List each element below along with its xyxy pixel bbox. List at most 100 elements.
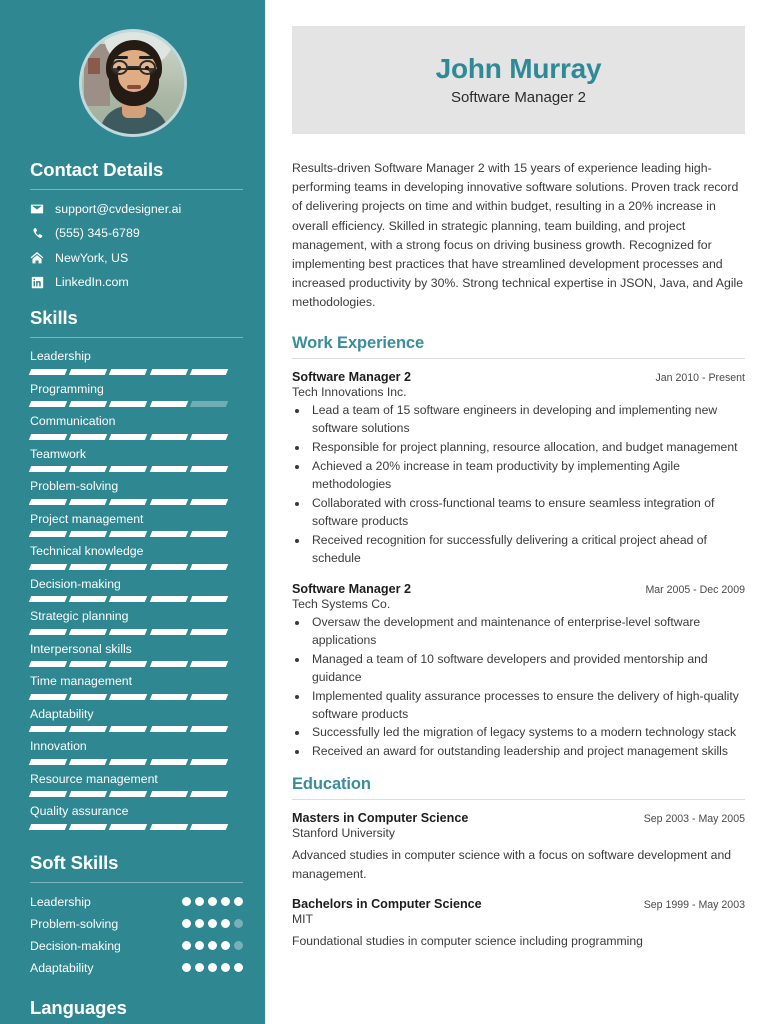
skill-bar-segment xyxy=(28,401,68,408)
skill-bar-segment xyxy=(189,791,229,798)
skill-bar-segment xyxy=(28,758,68,765)
skill-bar-segment xyxy=(109,628,148,635)
work-entry-bullets: Lead a team of 15 software engineers in … xyxy=(309,402,745,567)
soft-skill-item: Leadership xyxy=(30,895,243,909)
skill-bar-segment xyxy=(109,693,148,700)
skill-label: Leadership xyxy=(30,349,91,363)
soft-skill-item: Problem-solving xyxy=(30,917,243,931)
skill-item: Time management xyxy=(28,675,243,700)
work-entry-bullet: Received recognition for successfully de… xyxy=(309,532,745,568)
skill-level-bar xyxy=(28,596,229,603)
skill-item: Teamwork xyxy=(28,446,243,473)
contact-item-linkedin[interactable]: LinkedIn.com xyxy=(30,276,243,289)
skill-bar-segment xyxy=(68,693,108,700)
skill-bar-segment xyxy=(149,368,189,375)
soft-skills-divider xyxy=(30,881,243,883)
skill-bar-segment xyxy=(68,498,108,505)
work-entry-bullet: Oversaw the development and maintenance … xyxy=(309,614,745,650)
contact-item-phone[interactable]: (555) 345-6789 xyxy=(30,227,243,240)
work-entry-list: Software Manager 2 Jan 2010 - Present Tech… xyxy=(292,370,745,761)
contact-item-location[interactable]: NewYork, US xyxy=(30,251,243,265)
skill-bar-segment xyxy=(68,368,108,375)
education-entry-school: MIT xyxy=(292,911,313,926)
skill-level-bar xyxy=(28,498,229,505)
skill-bar-segment xyxy=(68,433,108,440)
rating-dot xyxy=(182,941,191,951)
contact-item-email[interactable]: support@cvdesigner.ai xyxy=(30,202,243,216)
job-title: Software Manager 2 xyxy=(450,88,587,106)
skill-level-bar xyxy=(28,531,229,538)
rating-dot xyxy=(221,919,230,929)
contact-phone-text: (555) 345-6789 xyxy=(55,226,140,241)
skill-item: Technical knowledge xyxy=(28,545,243,570)
skills-list: Leadership Programming Communication Teamwo… xyxy=(28,349,243,830)
skill-bar-segment xyxy=(189,466,229,473)
skill-bar-segment xyxy=(109,466,148,473)
skill-bar-segment xyxy=(149,401,189,408)
skill-bar-segment xyxy=(189,401,229,408)
skill-bar-segment xyxy=(68,563,108,570)
education-entry-description: Advanced studies in computer science wit… xyxy=(292,848,731,881)
contact-details-section: Contact Details support@cvdesigner.ai (5… xyxy=(0,159,265,289)
skill-item: Adaptability xyxy=(28,707,243,733)
rating-dot xyxy=(208,919,217,929)
skill-label: Programming xyxy=(30,381,104,396)
skill-bar-segment xyxy=(149,466,189,473)
skill-bar-segment xyxy=(28,823,68,830)
work-entry-header: Software Manager 2 Mar 2005 - Dec 2009 xyxy=(292,582,745,596)
skill-bar-segment xyxy=(109,661,148,668)
skill-bar-segment xyxy=(189,563,229,570)
skill-item: Resource management xyxy=(28,772,243,798)
skill-label: Quality assurance xyxy=(30,804,129,819)
education-section: Education Masters in Computer Science Sep… xyxy=(292,775,745,950)
avatar-container xyxy=(0,0,265,159)
profile-summary: Results-driven Software Manager 2 with 1… xyxy=(292,161,744,310)
phone-icon xyxy=(30,227,44,240)
skill-bar-segment xyxy=(149,758,189,765)
skill-bar-segment xyxy=(68,596,108,603)
rating-dot xyxy=(234,919,243,929)
soft-skill-rating xyxy=(182,941,243,951)
skill-level-bar xyxy=(28,791,229,798)
skill-bar-segment xyxy=(149,693,189,700)
skill-level-bar xyxy=(28,368,229,375)
work-entry-bullet: Received an award for outstanding leader… xyxy=(309,743,745,761)
work-entry-bullet: Implemented quality assurance processes … xyxy=(309,688,745,724)
education-entry-header: Bachelors in Computer Science Sep 1999 - … xyxy=(292,897,745,911)
work-entry-date: Mar 2005 - Dec 2009 xyxy=(645,583,745,596)
skills-divider xyxy=(30,337,243,338)
skill-item: Quality assurance xyxy=(28,804,243,830)
rating-dot xyxy=(208,897,217,907)
skill-bar-segment xyxy=(189,596,229,603)
skill-bar-segment xyxy=(149,433,189,440)
rating-dot xyxy=(234,897,243,907)
resume-page: Contact Details support@cvdesigner.ai (5… xyxy=(0,0,776,1024)
skill-label: Teamwork xyxy=(30,446,87,461)
skill-level-bar xyxy=(28,823,229,830)
soft-skill-label: Problem-solving xyxy=(30,916,119,931)
education-entry-date: Sep 1999 - May 2003 xyxy=(643,898,745,911)
skills-section: Skills Leadership Programming Communicatio… xyxy=(0,307,265,830)
skill-level-bar xyxy=(28,628,229,635)
skill-bar-segment xyxy=(28,693,68,700)
rating-dot xyxy=(195,897,204,907)
languages-section: Languages xyxy=(0,997,265,1019)
work-entry-role: Software Manager 2 xyxy=(292,370,411,385)
rating-dot xyxy=(182,963,191,973)
soft-skill-label: Adaptability xyxy=(30,960,94,975)
skill-bar-segment xyxy=(68,791,108,798)
skill-bar-segment xyxy=(68,823,108,830)
skill-bar-segment xyxy=(149,531,189,538)
skill-bar-segment xyxy=(28,726,68,733)
soft-skill-rating xyxy=(182,919,243,929)
skill-item: Innovation xyxy=(28,740,243,765)
skill-level-bar xyxy=(28,758,229,765)
education-entry-degree: Masters in Computer Science xyxy=(292,811,469,826)
skill-bar-segment xyxy=(149,823,189,830)
rating-dot xyxy=(195,919,204,929)
skill-bar-segment xyxy=(28,661,68,668)
skill-label: Strategic planning xyxy=(30,609,129,624)
skill-label: Decision-making xyxy=(30,576,121,591)
work-entry-bullet: Responsible for project planning, resour… xyxy=(309,439,745,457)
skill-item: Leadership xyxy=(28,349,243,375)
